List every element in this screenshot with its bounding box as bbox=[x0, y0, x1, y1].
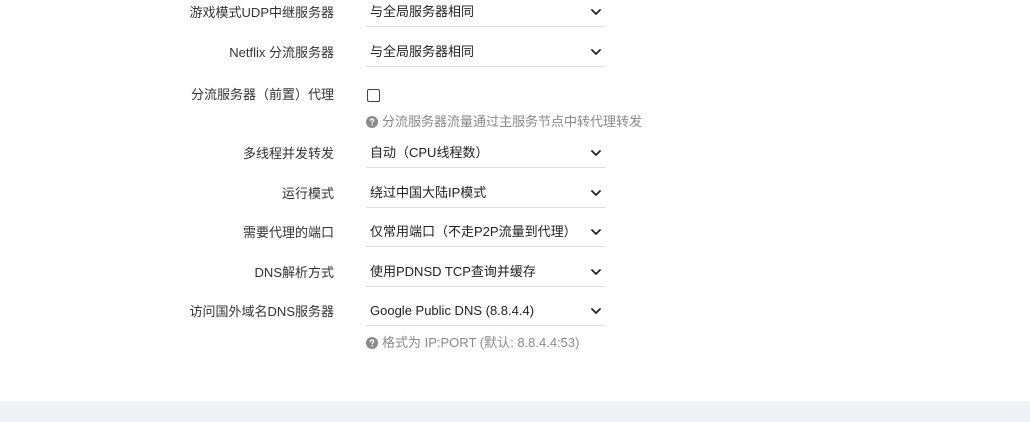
select-value: 仅常用端口（不走P2P流量到代理） bbox=[370, 224, 577, 239]
footer-band bbox=[0, 401, 1030, 422]
row-foreign-dns: 访问国外域名DNS服务器 Google Public DNS (8.8.4.4) bbox=[0, 297, 1030, 327]
select-proxy-ports[interactable]: 仅常用端口（不走P2P流量到代理） bbox=[366, 218, 606, 247]
chevron-down-icon bbox=[591, 190, 601, 196]
chevron-down-icon bbox=[591, 269, 601, 275]
label-foreign-dns: 访问国外域名DNS服务器 bbox=[189, 304, 334, 319]
row-threads: 多线程并发转发 自动（CPU线程数） bbox=[0, 139, 1030, 169]
row-game-udp-relay: 游戏模式UDP中继服务器 与全局服务器相同 bbox=[0, 0, 1030, 28]
help-foreign-dns: 格式为 IP:PORT (默认: 8.8.4.4:53) bbox=[366, 333, 579, 353]
select-dns-mode[interactable]: 使用PDNSD TCP查询并缓存 bbox=[366, 258, 606, 287]
chevron-down-icon bbox=[591, 49, 601, 55]
help-shunt-proxy: 分流服务器流量通过主服务节点中转代理转发 bbox=[366, 112, 642, 132]
select-netflix-server[interactable]: 与全局服务器相同 bbox=[366, 38, 606, 67]
label-run-mode: 运行模式 bbox=[281, 186, 334, 201]
select-value: 与全局服务器相同 bbox=[370, 44, 475, 59]
row-run-mode: 运行模式 绕过中国大陆IP模式 bbox=[0, 179, 1030, 209]
select-foreign-dns[interactable]: Google Public DNS (8.8.4.4) bbox=[366, 297, 606, 326]
select-threads[interactable]: 自动（CPU线程数） bbox=[366, 139, 606, 168]
select-value: 与全局服务器相同 bbox=[370, 4, 475, 19]
label-threads: 多线程并发转发 bbox=[242, 146, 334, 161]
label-dns-mode: DNS解析方式 bbox=[254, 265, 334, 280]
row-netflix-server: Netflix 分流服务器 与全局服务器相同 bbox=[0, 38, 1030, 68]
question-circle-icon bbox=[366, 115, 378, 128]
shunt-proxy-checkbox[interactable] bbox=[367, 89, 380, 102]
help-text: 分流服务器流量通过主服务节点中转代理转发 bbox=[382, 114, 643, 129]
row-dns-mode: DNS解析方式 使用PDNSD TCP查询并缓存 bbox=[0, 258, 1030, 288]
chevron-down-icon bbox=[591, 229, 601, 235]
label-netflix-server: Netflix 分流服务器 bbox=[229, 45, 334, 60]
row-proxy-ports: 需要代理的端口 仅常用端口（不走P2P流量到代理） bbox=[0, 218, 1030, 248]
chevron-down-icon bbox=[591, 150, 601, 156]
select-value: Google Public DNS (8.8.4.4) bbox=[370, 303, 535, 318]
select-value: 自动（CPU线程数） bbox=[370, 145, 489, 160]
question-circle-icon bbox=[366, 336, 378, 349]
label-game-udp-relay: 游戏模式UDP中继服务器 bbox=[189, 5, 334, 20]
label-shunt-proxy: 分流服务器（前置）代理 bbox=[190, 87, 334, 102]
chevron-down-icon bbox=[591, 308, 601, 314]
help-text: 格式为 IP:PORT (默认: 8.8.4.4:53) bbox=[382, 335, 580, 350]
select-value: 绕过中国大陆IP模式 bbox=[370, 185, 487, 200]
select-game-udp-relay[interactable]: 与全局服务器相同 bbox=[366, 0, 606, 27]
label-proxy-ports: 需要代理的端口 bbox=[242, 225, 334, 240]
settings-form: 游戏模式UDP中继服务器 与全局服务器相同 Netflix 分流服务器 与全局服… bbox=[0, 0, 1030, 401]
chevron-down-icon bbox=[591, 9, 601, 15]
row-shunt-proxy: 分流服务器（前置）代理 bbox=[0, 80, 1030, 110]
select-run-mode[interactable]: 绕过中国大陆IP模式 bbox=[366, 179, 606, 208]
select-value: 使用PDNSD TCP查询并缓存 bbox=[370, 264, 536, 279]
